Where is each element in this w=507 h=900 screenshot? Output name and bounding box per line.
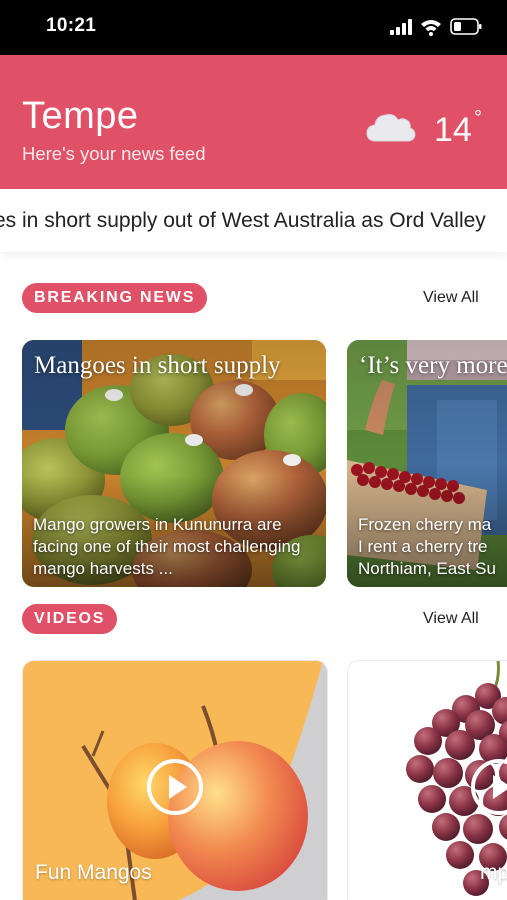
cellular-signal-icon [390, 19, 412, 35]
status-bar: 10:21 [0, 0, 507, 55]
wifi-icon [421, 20, 441, 36]
videos-label: VIDEOS [22, 604, 118, 634]
breaking-news-label: BREAKING NEWS [22, 283, 208, 313]
news-card-title: Mangoes in short supply [34, 352, 281, 379]
video-card[interactable]: Fun Mangos [22, 660, 328, 900]
city-name: Tempe [22, 95, 139, 137]
news-card-title: ‘It’s very more [359, 352, 507, 379]
cloud-icon [366, 114, 416, 142]
ticker-text: es in short supply out of West Australia… [0, 209, 486, 232]
video-card-title: Fun Mangos [35, 861, 152, 884]
news-card[interactable]: ‘It’s very more Frozen cherry ma I rent … [347, 340, 507, 587]
news-card-description: Frozen cherry ma I rent a cherry tre Nor… [358, 515, 496, 578]
battery-icon [450, 18, 482, 35]
videos-view-all-link[interactable]: View All [423, 610, 479, 628]
location-header: Tempe Here's your news feed 14 ° [0, 55, 507, 189]
play-icon[interactable] [470, 758, 507, 816]
news-card[interactable]: Mangoes in short supply Mango growers in… [22, 340, 326, 587]
degree-symbol: ° [474, 107, 482, 129]
header-subtitle: Here's your news feed [22, 143, 206, 164]
temperature: 14 [434, 111, 472, 149]
play-icon[interactable] [146, 758, 204, 816]
news-ticker[interactable]: es in short supply out of West Australia… [0, 189, 507, 252]
video-card-title: mp [480, 861, 507, 884]
video-card[interactable]: mp [347, 660, 507, 900]
news-card-description: Mango growers in Kununurra are facing on… [33, 515, 301, 578]
status-time: 10:21 [46, 15, 97, 36]
breaking-view-all-link[interactable]: View All [423, 289, 479, 307]
